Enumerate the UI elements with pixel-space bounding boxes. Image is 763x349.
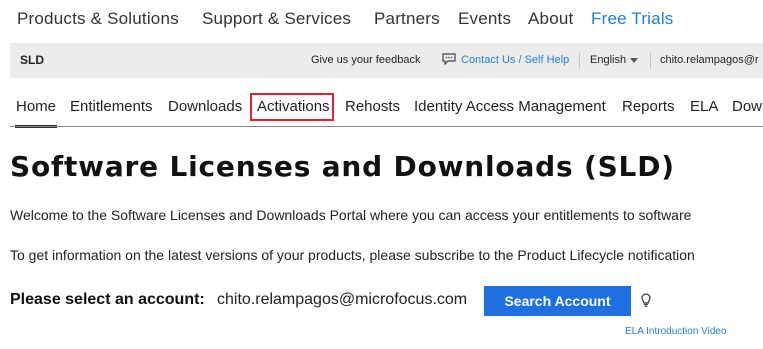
nav-support-services[interactable]: Support & Services [202,9,351,29]
activations-highlight-box [250,93,334,121]
top-navigation: Products & Solutions Support & Services … [0,0,763,40]
welcome-text: Welcome to the Software Licenses and Dow… [10,207,692,223]
account-value[interactable]: chito.relampagos@microfocus.com [217,291,467,309]
tab-entitlements[interactable]: Entitlements [70,98,153,115]
account-label: Please select an account: [10,291,205,308]
tab-identity-access-management[interactable]: Identity Access Management [414,98,606,115]
account-selector: Please select an account: chito.relampag… [10,286,763,320]
divider [650,52,651,69]
tab-reports[interactable]: Reports [622,98,675,115]
nav-products-solutions[interactable]: Products & Solutions [17,9,179,29]
tab-downloads-overflow[interactable]: Dow [732,98,762,115]
nav-events[interactable]: Events [458,9,511,29]
header-bar: SLD Give us your feedback Contact Us / S… [10,43,763,78]
nav-free-trials[interactable]: Free Trials [591,9,674,29]
tab-home[interactable]: Home [16,98,56,115]
caret-down-icon[interactable] [630,58,638,63]
feedback-link[interactable]: Give us your feedback [311,54,420,66]
contact-link[interactable]: Contact Us / Self Help [461,54,569,66]
language-select[interactable]: English [590,54,626,66]
brand-label: SLD [20,53,44,67]
main-tabs: Home Entitlements Downloads Activations … [10,86,763,130]
tab-rehosts[interactable]: Rehosts [345,98,400,115]
nav-about[interactable]: About [528,9,573,29]
tabs-divider [10,126,763,127]
lightbulb-icon[interactable] [641,293,651,308]
ela-introduction-video-link[interactable]: ELA Introduction Video [625,326,727,337]
chat-icon [442,53,456,65]
divider [579,52,580,69]
search-account-button[interactable]: Search Account [484,286,631,316]
page-title: Software Licenses and Downloads (SLD) [10,150,675,183]
user-menu[interactable]: chito.relampagos@r [660,54,759,66]
tab-ela[interactable]: ELA [690,98,718,115]
nav-partners[interactable]: Partners [374,9,440,29]
lifecycle-info-text: To get information on the latest version… [10,247,695,263]
tab-downloads[interactable]: Downloads [168,98,242,115]
